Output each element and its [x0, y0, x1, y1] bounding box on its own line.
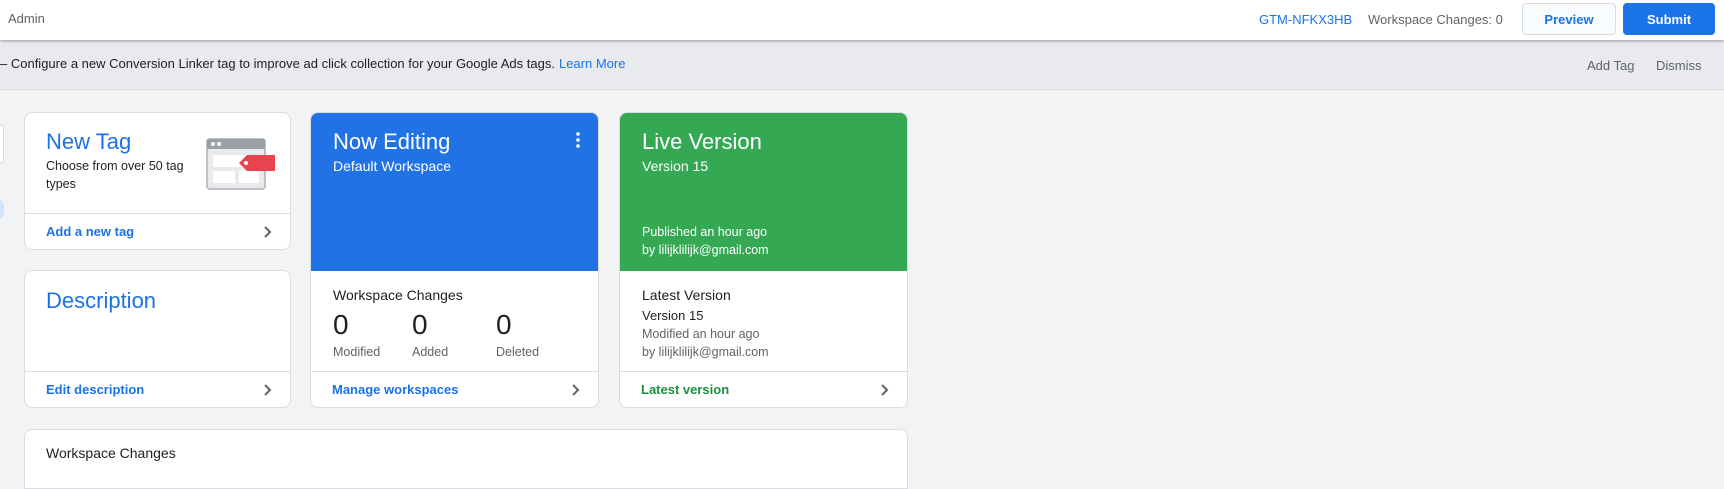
add-tag-button[interactable]: Add Tag	[1587, 58, 1634, 73]
chevron-right-icon	[572, 384, 580, 396]
published-by: by lilijklilijk@gmail.com	[642, 243, 769, 257]
stat-added: 0 Added	[412, 309, 448, 359]
edit-description-link[interactable]: Edit description	[46, 382, 144, 397]
stat-label: Modified	[333, 345, 381, 359]
chevron-right-icon	[264, 226, 272, 238]
published-time: Published an hour ago	[642, 225, 768, 239]
live-version-number: Version 15	[642, 158, 709, 174]
manage-workspaces-link[interactable]: Manage workspaces	[332, 382, 458, 397]
stat-modified: 0 Modified	[333, 309, 380, 359]
now-editing-card: Now Editing Default Workspace Workspace …	[310, 112, 599, 408]
container-id-link[interactable]: GTM-NFKX3HB	[1259, 12, 1352, 27]
submit-button[interactable]: Submit	[1623, 3, 1715, 35]
new-tag-title: New Tag	[46, 129, 132, 154]
left-panel-edge	[0, 124, 4, 164]
workspace-changes-section: Workspace Changes	[24, 429, 908, 489]
top-bar: Admin GTM-NFKX3HB Workspace Changes: 0 P…	[0, 0, 1724, 40]
new-tag-card[interactable]: New Tag Choose from over 50 tag types Ad…	[24, 112, 291, 250]
stat-value: 0	[496, 309, 512, 340]
chevron-right-icon	[264, 384, 272, 396]
modified-by: by lilijklilijk@gmail.com	[642, 345, 769, 359]
notification-banner: – Configure a new Conversion Linker tag …	[0, 40, 1724, 90]
banner-message: – Configure a new Conversion Linker tag …	[0, 56, 625, 71]
latest-version-link[interactable]: Latest version	[641, 382, 729, 397]
latest-version-number: Version 15	[642, 308, 704, 323]
now-editing-footer[interactable]: Manage workspaces	[311, 371, 598, 407]
more-vert-icon[interactable]	[576, 132, 580, 148]
stat-label: Added	[412, 345, 449, 359]
tag-illustration-icon	[206, 138, 275, 190]
chevron-right-icon	[881, 384, 889, 396]
modified-time: Modified an hour ago	[642, 327, 760, 341]
stat-value: 0	[412, 309, 428, 340]
description-title: Description	[46, 288, 157, 313]
stat-label: Deleted	[496, 345, 540, 359]
workspace-changes-title: Workspace Changes	[46, 445, 176, 461]
description-footer[interactable]: Edit description	[25, 371, 290, 407]
now-editing-header: Now Editing Default Workspace	[311, 113, 598, 271]
stat-deleted: 0 Deleted	[496, 309, 539, 359]
workspace-name: Default Workspace	[333, 158, 452, 174]
learn-more-link[interactable]: Learn More	[559, 56, 625, 71]
banner-text: – Configure a new Conversion Linker tag …	[0, 56, 555, 71]
description-card[interactable]: Description Edit description	[24, 270, 291, 408]
live-version-header: Live Version Version 15 Published an hou…	[620, 113, 907, 271]
live-version-title: Live Version	[642, 129, 762, 154]
now-editing-title: Now Editing	[333, 129, 451, 154]
workspace-changes-count: Workspace Changes: 0	[1368, 12, 1503, 27]
page-title: Admin	[8, 11, 45, 26]
latest-version-label: Latest Version	[642, 287, 731, 303]
left-nav-indicator	[0, 199, 4, 219]
dismiss-button[interactable]: Dismiss	[1656, 58, 1702, 73]
live-version-card: Live Version Version 15 Published an hou…	[619, 112, 908, 408]
preview-button[interactable]: Preview	[1522, 3, 1616, 35]
workspace-changes-label: Workspace Changes	[333, 287, 463, 303]
stat-value: 0	[333, 309, 349, 340]
new-tag-description: Choose from over 50 tag types	[46, 159, 184, 191]
live-version-footer[interactable]: Latest version	[620, 371, 907, 407]
add-new-tag-link[interactable]: Add a new tag	[46, 224, 134, 239]
new-tag-footer[interactable]: Add a new tag	[25, 213, 290, 249]
